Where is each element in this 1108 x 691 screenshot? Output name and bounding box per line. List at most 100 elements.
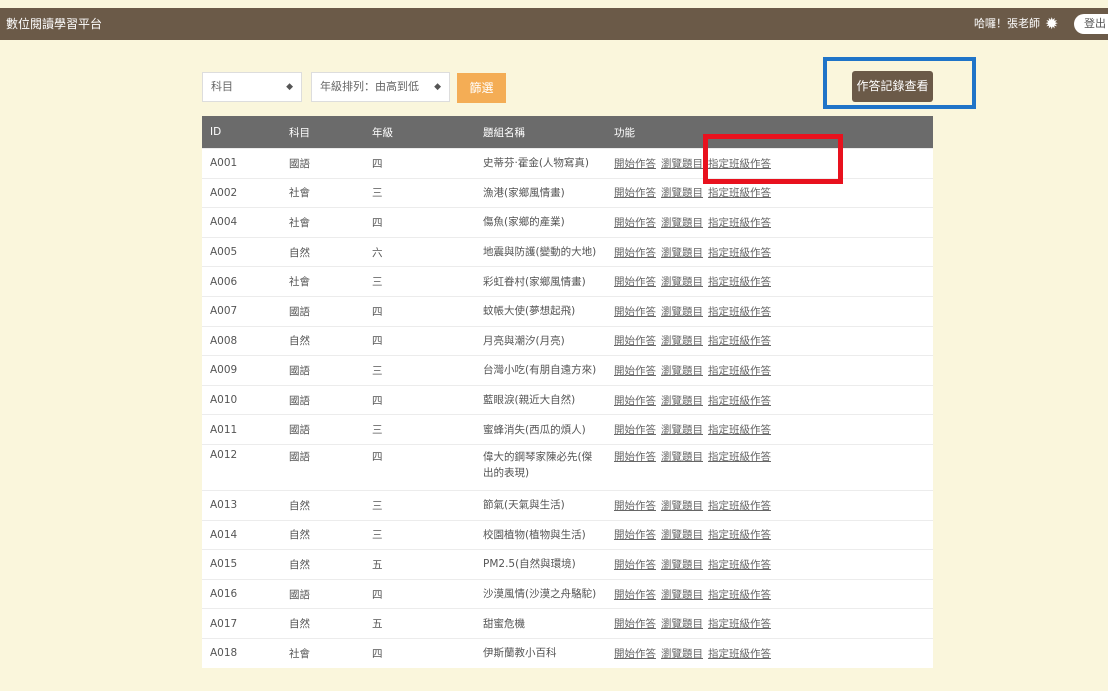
cell-grade: 三 [364,177,475,208]
assign-class-link[interactable]: 指定班級作答 [708,618,771,630]
start-answer-link[interactable]: 開始作答 [614,158,656,170]
select-caret-icon: ◆ [434,82,441,92]
assign-class-link[interactable]: 指定班級作答 [708,589,771,601]
table-row: A012 國語四偉大的鋼琴家陳必先(傑出的表現) 開始作答 瀏覽題目 指定班級作答 [202,443,933,491]
cell-title: 甜蜜危機 [475,608,606,639]
assign-class-link[interactable]: 指定班級作答 [708,187,771,199]
start-answer-link[interactable]: 開始作答 [614,500,656,512]
cell-id: A010 [202,384,281,415]
cell-subject: 自然 [281,236,364,267]
browse-questions-link[interactable]: 瀏覽題目 [661,529,703,541]
start-answer-link[interactable]: 開始作答 [614,365,656,377]
cell-id: A008 [202,325,281,356]
browse-questions-link[interactable]: 瀏覽題目 [661,158,703,170]
cell-actions: 開始作答 瀏覽題目 指定班級作答 [606,608,933,639]
start-answer-link[interactable]: 開始作答 [614,306,656,318]
browse-questions-link[interactable]: 瀏覽題目 [661,335,703,347]
browse-questions-link[interactable]: 瀏覽題目 [661,217,703,229]
start-answer-link[interactable]: 開始作答 [614,335,656,347]
cell-actions: 開始作答 瀏覽題目 指定班級作答 [606,207,933,238]
assign-class-link[interactable]: 指定班級作答 [708,648,771,660]
assign-class-link[interactable]: 指定班級作答 [708,559,771,571]
browse-questions-link[interactable]: 瀏覽題目 [661,365,703,377]
cell-title: 蜜蜂消失(西瓜的煩人) [475,414,606,445]
cell-subject: 國語 [281,295,364,327]
cell-grade: 四 [364,325,475,356]
cell-actions: 開始作答 瀏覽題目 指定班級作答 [606,384,933,415]
table-row: A006 社會三彩虹眷村(家鄉風情畫) 開始作答 瀏覽題目 指定班級作答 [202,266,933,297]
assign-class-link[interactable]: 指定班級作答 [708,451,771,463]
cell-id: A011 [202,414,281,445]
cell-title: 藍眼淚(親近大自然) [475,384,606,415]
cell-id: A002 [202,177,281,208]
table-row: A013 自然三節氣(天氣與生活) 開始作答 瀏覽題目 指定班級作答 [202,489,933,521]
cell-actions: 開始作答 瀏覽題目 指定班級作答 [606,414,933,445]
assign-class-link[interactable]: 指定班級作答 [708,247,771,259]
browse-questions-link[interactable]: 瀏覽題目 [661,395,703,407]
cell-subject: 國語 [281,355,364,386]
cell-title: 校園植物(植物與生活) [475,519,606,550]
start-answer-link[interactable]: 開始作答 [614,618,656,630]
cell-subject: 國語 [281,384,364,415]
cell-grade: 三 [364,489,475,521]
table-row: A017 自然五甜蜜危機 開始作答 瀏覽題目 指定班級作答 [202,608,933,639]
cell-actions: 開始作答 瀏覽題目 指定班級作答 [606,236,933,267]
browse-questions-link[interactable]: 瀏覽題目 [661,187,703,199]
cell-subject: 社會 [281,637,364,668]
cell-title: 偉大的鋼琴家陳必先(傑出的表現) [475,443,606,491]
column-header: ID [202,116,281,149]
cell-grade: 五 [364,608,475,639]
start-answer-link[interactable]: 開始作答 [614,529,656,541]
cell-title: 台灣小吃(有朋自遠方來) [475,355,606,386]
cell-actions: 開始作答 瀏覽題目 指定班級作答 [606,519,933,550]
browse-questions-link[interactable]: 瀏覽題目 [661,618,703,630]
browse-questions-link[interactable]: 瀏覽題目 [661,500,703,512]
cell-actions: 開始作答 瀏覽題目 指定班級作答 [606,443,933,491]
cell-actions: 開始作答 瀏覽題目 指定班級作答 [606,549,933,580]
assign-class-link[interactable]: 指定班級作答 [708,529,771,541]
browse-questions-link[interactable]: 瀏覽題目 [661,559,703,571]
assign-class-link[interactable]: 指定班級作答 [708,365,771,377]
assign-class-link[interactable]: 指定班級作答 [708,335,771,347]
logout-button[interactable]: 登出 [1074,14,1108,34]
subject-select[interactable]: 科目 ◆ [202,72,302,102]
filter-button[interactable]: 篩選 [457,73,506,103]
assign-class-link[interactable]: 指定班級作答 [708,424,771,436]
cell-title: 地震與防護(變動的大地) [475,236,606,267]
start-answer-link[interactable]: 開始作答 [614,395,656,407]
start-answer-link[interactable]: 開始作答 [614,589,656,601]
gear-icon[interactable]: ✹ [1045,8,1058,40]
assign-class-link[interactable]: 指定班級作答 [708,217,771,229]
select-caret-icon: ◆ [286,82,293,92]
browse-questions-link[interactable]: 瀏覽題目 [661,306,703,318]
browse-questions-link[interactable]: 瀏覽題目 [661,424,703,436]
browse-questions-link[interactable]: 瀏覽題目 [661,247,703,259]
browse-questions-link[interactable]: 瀏覽題目 [661,276,703,288]
start-answer-link[interactable]: 開始作答 [614,217,656,229]
browse-questions-link[interactable]: 瀏覽題目 [661,451,703,463]
assign-class-link[interactable]: 指定班級作答 [708,500,771,512]
start-answer-link[interactable]: 開始作答 [614,648,656,660]
cell-grade: 四 [364,637,475,668]
cell-title: 傷魚(家鄉的產業) [475,207,606,238]
start-answer-link[interactable]: 開始作答 [614,424,656,436]
assign-class-link[interactable]: 指定班級作答 [708,276,771,288]
browse-questions-link[interactable]: 瀏覽題目 [661,648,703,660]
start-answer-link[interactable]: 開始作答 [614,559,656,571]
cell-subject: 自然 [281,549,364,580]
table-row: A008 自然四月亮與潮汐(月亮) 開始作答 瀏覽題目 指定班級作答 [202,325,933,356]
cell-grade: 三 [364,414,475,445]
table-row: A018 社會四伊斯蘭教小百科 開始作答 瀏覽題目 指定班級作答 [202,637,933,668]
grade-sort-select[interactable]: 年級排列：由高到低 ◆ [311,72,450,102]
cell-id: A017 [202,608,281,639]
start-answer-link[interactable]: 開始作答 [614,187,656,199]
cell-id: A006 [202,266,281,297]
cell-id: A005 [202,236,281,267]
start-answer-link[interactable]: 開始作答 [614,276,656,288]
assign-class-link[interactable]: 指定班級作答 [708,395,771,407]
assign-class-link[interactable]: 指定班級作答 [708,306,771,318]
start-answer-link[interactable]: 開始作答 [614,247,656,259]
table-row: A011 國語三蜜蜂消失(西瓜的煩人) 開始作答 瀏覽題目 指定班級作答 [202,414,933,445]
start-answer-link[interactable]: 開始作答 [614,451,656,463]
browse-questions-link[interactable]: 瀏覽題目 [661,589,703,601]
